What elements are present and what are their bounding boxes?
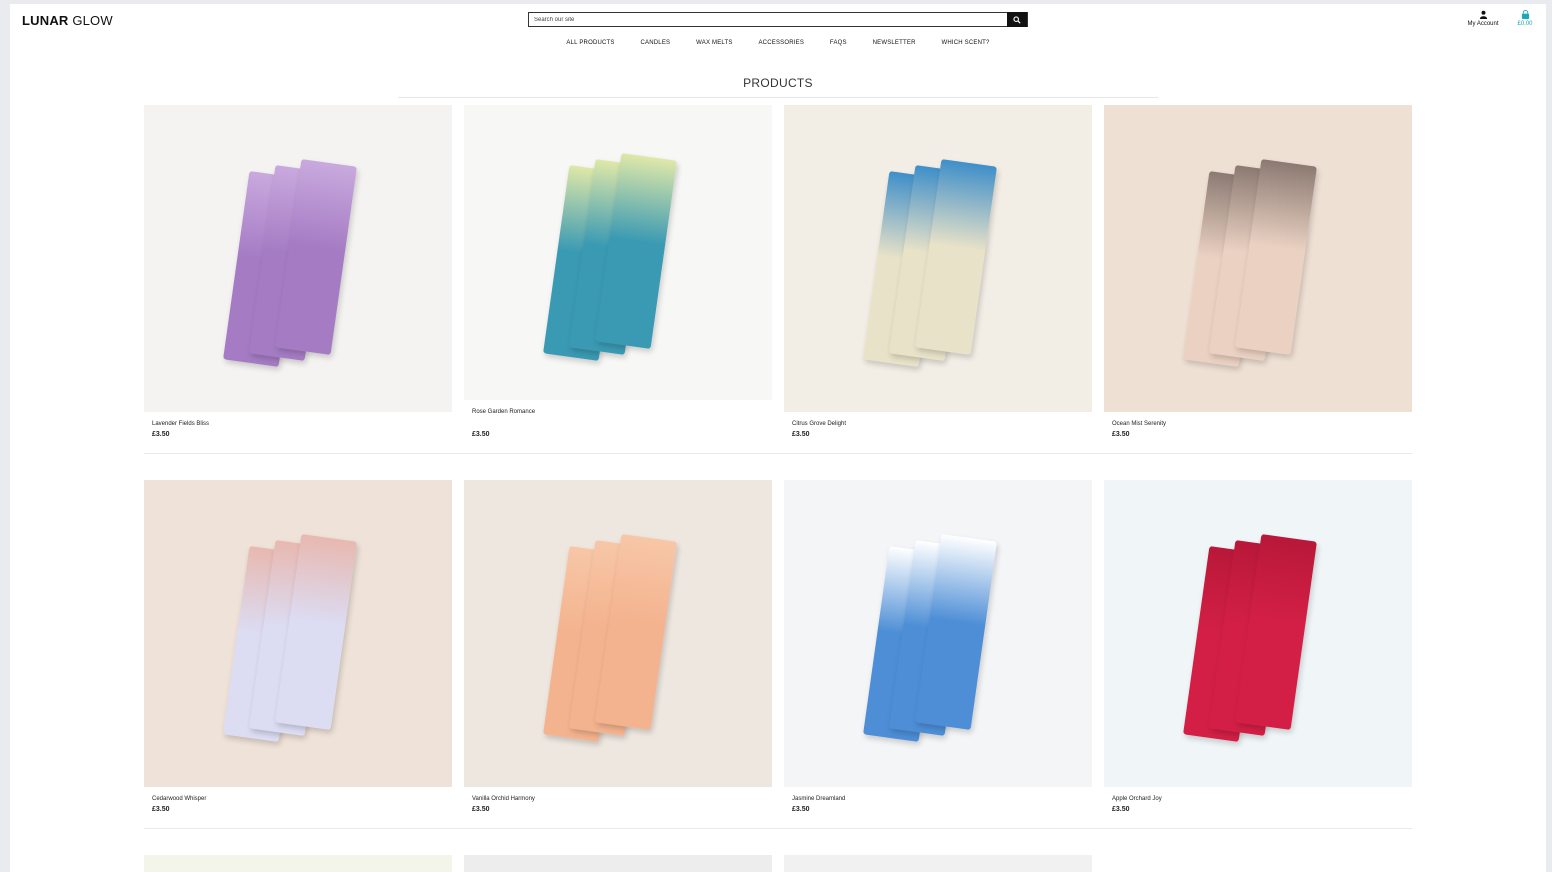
nav-item-accessories[interactable]: ACCESSORIES xyxy=(758,40,804,46)
product-price: £3.50 xyxy=(472,431,490,438)
product-price: £3.50 xyxy=(792,806,810,813)
product-name[interactable]: Cedarwood Whisper xyxy=(152,796,206,802)
nav-item-faqs[interactable]: FAQS xyxy=(830,40,847,46)
logo-regular: GLOW xyxy=(72,13,113,28)
product-name[interactable]: Apple Orchard Joy xyxy=(1112,796,1162,802)
page-title: PRODUCTS xyxy=(743,76,813,90)
product-price: £3.50 xyxy=(1112,806,1130,813)
product-card[interactable]: Jasmine Dreamland £3.50 xyxy=(784,480,1092,813)
product-name[interactable]: Jasmine Dreamland xyxy=(792,796,845,802)
user-icon xyxy=(1479,10,1487,19)
product-name[interactable]: Lavender Fields Bliss xyxy=(152,421,209,427)
product-name[interactable]: Ocean Mist Serenity xyxy=(1112,421,1166,427)
product-card[interactable]: Apple Orchard Joy £3.50 xyxy=(1104,480,1412,813)
product-image[interactable] xyxy=(464,855,772,872)
product-image[interactable] xyxy=(464,105,772,400)
search-icon xyxy=(1013,15,1021,24)
product-image[interactable] xyxy=(144,480,452,787)
search-input[interactable] xyxy=(529,13,1012,26)
product-image[interactable] xyxy=(144,105,452,412)
product-image[interactable] xyxy=(784,480,1092,787)
product-image[interactable] xyxy=(1104,480,1412,787)
page: LUNAR GLOW My Account £0.00 ALL PRODUCTS… xyxy=(10,4,1546,872)
product-image[interactable] xyxy=(1104,105,1412,412)
nav-item-wax-melts[interactable]: WAX MELTS xyxy=(696,40,732,46)
search-bar xyxy=(528,12,1028,27)
nav-item-newsletter[interactable]: NEWSLETTER xyxy=(873,40,916,46)
cart-total: £0.00 xyxy=(1517,21,1533,27)
site-logo[interactable]: LUNAR GLOW xyxy=(22,13,113,28)
product-price: £3.50 xyxy=(152,806,170,813)
product-image[interactable] xyxy=(464,480,772,787)
product-price: £3.50 xyxy=(152,431,170,438)
main-nav: ALL PRODUCTS CANDLES WAX MELTS ACCESSORI… xyxy=(10,40,1546,46)
product-name[interactable]: Citrus Grove Delight xyxy=(792,421,846,427)
product-image[interactable] xyxy=(784,855,1092,872)
product-card[interactable]: Ocean Mist Serenity £3.50 xyxy=(1104,105,1412,438)
product-card[interactable] xyxy=(144,855,452,872)
product-row-partial xyxy=(144,855,1412,872)
nav-item-which-scent[interactable]: WHICH SCENT? xyxy=(941,40,989,46)
shopping-bag-icon xyxy=(1521,10,1529,19)
my-account-label: My Account xyxy=(1467,21,1499,27)
product-card[interactable]: Rose Garden Romance £3.50 xyxy=(464,105,772,438)
title-divider xyxy=(398,97,1158,98)
logo-bold: LUNAR xyxy=(22,13,69,28)
product-card[interactable] xyxy=(464,855,772,872)
product-card[interactable]: Cedarwood Whisper £3.50 xyxy=(144,480,452,813)
product-card[interactable]: Lavender Fields Bliss £3.50 xyxy=(144,105,452,438)
product-name[interactable]: Rose Garden Romance xyxy=(472,409,535,415)
my-account-link[interactable]: My Account xyxy=(1463,10,1503,27)
product-price: £3.50 xyxy=(472,806,490,813)
product-name[interactable]: Vanilla Orchid Harmony xyxy=(472,796,535,802)
row-divider xyxy=(144,828,1412,829)
cart-link[interactable]: £0.00 xyxy=(1513,10,1537,27)
product-price: £3.50 xyxy=(1112,431,1130,438)
product-price: £3.50 xyxy=(792,431,810,438)
product-card[interactable]: Citrus Grove Delight £3.50 xyxy=(784,105,1092,438)
product-row: Cedarwood Whisper £3.50 Vanilla Orchid H… xyxy=(144,480,1412,855)
product-row: Lavender Fields Bliss £3.50 Rose Garden … xyxy=(144,105,1412,480)
product-image[interactable] xyxy=(144,855,452,872)
product-grid: Lavender Fields Bliss £3.50 Rose Garden … xyxy=(144,105,1412,872)
search-button[interactable] xyxy=(1007,12,1027,27)
product-card[interactable] xyxy=(784,855,1092,872)
nav-item-candles[interactable]: CANDLES xyxy=(641,40,671,46)
row-divider xyxy=(144,453,1412,454)
nav-item-all-products[interactable]: ALL PRODUCTS xyxy=(566,40,614,46)
product-card[interactable]: Vanilla Orchid Harmony £3.50 xyxy=(464,480,772,813)
product-image[interactable] xyxy=(784,105,1092,412)
